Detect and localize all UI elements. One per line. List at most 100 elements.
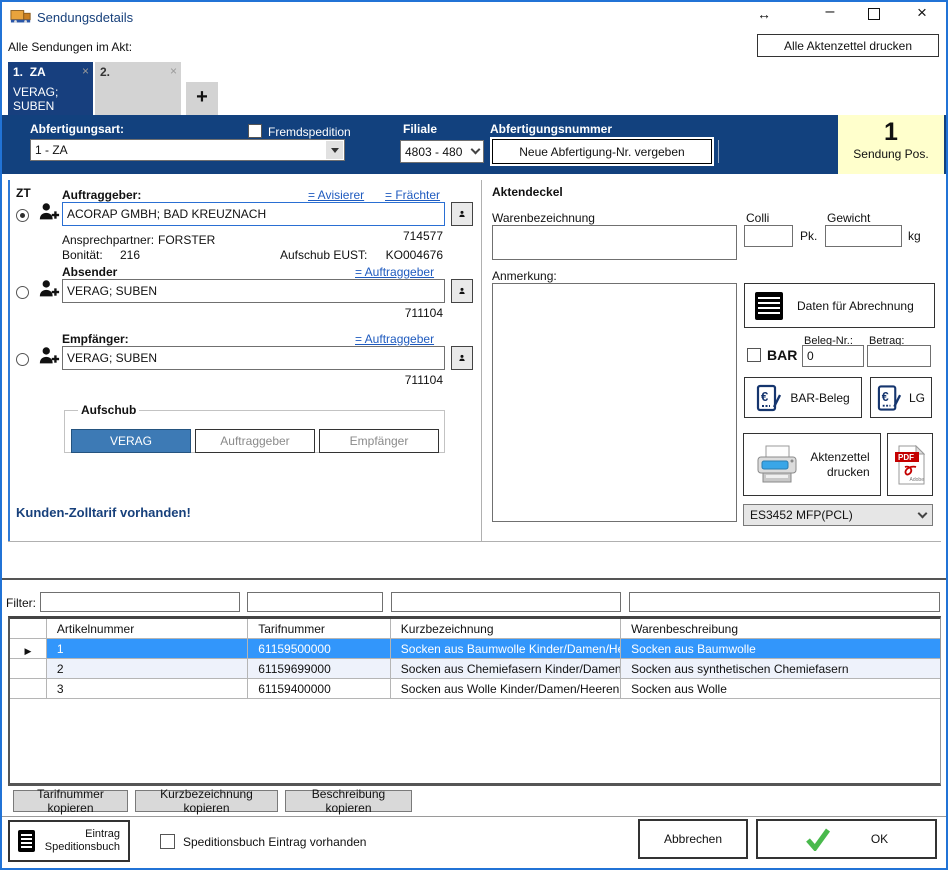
tab1-close-icon[interactable]: × bbox=[82, 64, 89, 78]
table-row[interactable]: 3 61159400000 Socken aus Wolle Kinder/Da… bbox=[10, 679, 940, 699]
bar-beleg-button[interactable]: € BAR-Beleg bbox=[744, 377, 862, 418]
aufschub-eust-value: KO004676 bbox=[343, 248, 443, 262]
empfaenger-input[interactable] bbox=[62, 346, 445, 370]
new-abfertigung-nr-button[interactable]: Neue Abfertigung-Nr. vergeben bbox=[492, 139, 712, 164]
speditionsbuch-checkbox[interactable] bbox=[160, 834, 175, 849]
cell-warenbeschreibung: Socken aus Baumwolle bbox=[621, 639, 940, 658]
person-icon bbox=[458, 207, 466, 221]
auftraggeber-label: Auftraggeber: bbox=[62, 188, 141, 202]
colli-input[interactable] bbox=[744, 225, 793, 247]
copy-tarifnummer-button[interactable]: Tarifnummer kopieren bbox=[13, 790, 128, 812]
table-row[interactable]: 2 61159699000 Socken aus Chemiefasern Ki… bbox=[10, 659, 940, 679]
absender-label: Absender bbox=[62, 265, 117, 279]
auftraggeber-input[interactable] bbox=[62, 202, 445, 226]
beleg-nr-input[interactable] bbox=[802, 345, 864, 367]
shipment-tab-1[interactable]: 1. ZA VERAG; SUBEN × bbox=[8, 62, 93, 115]
close-icon[interactable]: × bbox=[912, 3, 932, 23]
bar-checkbox[interactable] bbox=[747, 348, 761, 362]
warenbezeichnung-input[interactable] bbox=[492, 225, 737, 260]
empfaenger-radio[interactable] bbox=[16, 353, 29, 366]
svg-text:€: € bbox=[761, 389, 768, 404]
table-row[interactable]: ▶ 1 61159500000 Socken aus Baumwolle Kin… bbox=[10, 639, 940, 659]
minimize-icon[interactable]: – bbox=[820, 3, 840, 21]
col-header-kurzbezeichnung[interactable]: Kurzbezeichnung bbox=[391, 619, 621, 638]
printer-icon bbox=[754, 444, 800, 486]
print-all-aktenzettel-button[interactable]: Alle Aktenzettel drucken bbox=[757, 34, 939, 57]
auftraggeber-radio[interactable] bbox=[16, 209, 29, 222]
add-person-icon[interactable] bbox=[38, 201, 60, 226]
pdf-button[interactable]: PDF Adobe bbox=[887, 433, 933, 496]
articles-grid: Artikelnummer Tarifnummer Kurzbezeichnun… bbox=[8, 616, 941, 786]
maximize-icon[interactable] bbox=[868, 8, 880, 20]
auftraggeber-contact-button[interactable] bbox=[451, 202, 473, 226]
lg-label: LG bbox=[909, 391, 925, 405]
anmerkung-input[interactable] bbox=[492, 283, 737, 522]
eintrag-label-1: Eintrag bbox=[85, 828, 120, 840]
shipment-tab-2[interactable]: 2. × bbox=[95, 62, 181, 115]
filter-input[interactable] bbox=[247, 592, 383, 612]
daten-fuer-abrechnung-button[interactable]: Daten für Abrechnung bbox=[744, 283, 935, 328]
cell-kurzbezeichnung: Socken aus Wolle Kinder/Damen/Heeren bbox=[391, 679, 621, 698]
tab2-index: 2. bbox=[100, 65, 110, 79]
cell-kurzbezeichnung: Socken aus Baumwolle Kinder/Damen/Herren bbox=[391, 639, 621, 658]
all-shipments-label: Alle Sendungen im Akt: bbox=[8, 40, 132, 54]
aufschub-auftraggeber-button[interactable]: Auftraggeber bbox=[195, 429, 315, 453]
copy-kurzbezeichnung-button[interactable]: Kurzbezeichnung kopieren bbox=[135, 790, 278, 812]
filiale-combo[interactable]: 4803 - 480 bbox=[400, 140, 484, 163]
pdf-icon: PDF Adobe bbox=[895, 445, 925, 485]
cell-artikelnummer: 2 bbox=[47, 659, 248, 678]
tab1-line2: VERAG; bbox=[13, 85, 88, 99]
aufschub-verag-button[interactable]: VERAG bbox=[71, 429, 191, 453]
cell-tarifnummer: 61159400000 bbox=[248, 679, 391, 698]
abbrechen-button[interactable]: Abbrechen bbox=[638, 819, 748, 859]
tab2-close-icon[interactable]: × bbox=[170, 64, 177, 78]
copy-beschreibung-button[interactable]: Beschreibung kopieren bbox=[285, 790, 412, 812]
filiale-label: Filiale bbox=[403, 122, 437, 136]
anmerkung-label: Anmerkung: bbox=[492, 269, 557, 283]
adobe-label: Adobe bbox=[910, 477, 924, 483]
eintrag-speditionsbuch-button[interactable]: Eintrag Speditionsbuch bbox=[8, 820, 130, 862]
abfertigungsart-combo[interactable]: 1 - ZA bbox=[30, 139, 345, 161]
cell-warenbeschreibung: Socken aus synthetischen Chemiefasern bbox=[621, 659, 940, 678]
fraechter-link[interactable]: = Frächter bbox=[385, 188, 440, 202]
filter-input[interactable] bbox=[40, 592, 240, 612]
absender-radio[interactable] bbox=[16, 286, 29, 299]
empfaenger-auftraggeber-link[interactable]: = Auftraggeber bbox=[355, 332, 434, 346]
add-person-icon[interactable] bbox=[38, 278, 60, 303]
cell-kurzbezeichnung: Socken aus Chemiefasern Kinder/Damen/Hee… bbox=[391, 659, 621, 678]
add-person-icon[interactable] bbox=[38, 345, 60, 370]
absender-input[interactable] bbox=[62, 279, 445, 303]
chevron-down-icon bbox=[918, 508, 928, 518]
printer-select[interactable]: ES3452 MFP(PCL) bbox=[743, 504, 933, 526]
lg-button[interactable]: € LG bbox=[870, 377, 932, 418]
gewicht-input[interactable] bbox=[825, 225, 902, 247]
col-header-tarifnummer[interactable]: Tarifnummer bbox=[248, 619, 391, 638]
ok-button[interactable]: OK bbox=[756, 819, 937, 859]
aufschub-groupbox: Aufschub VERAG Auftraggeber Empfänger bbox=[64, 403, 445, 453]
row-marker bbox=[10, 679, 47, 698]
add-shipment-button[interactable]: + bbox=[186, 82, 218, 115]
aktenzettel-drucken-button[interactable]: Aktenzettel drucken bbox=[743, 433, 881, 496]
cell-artikelnummer: 1 bbox=[47, 639, 248, 658]
empfaenger-contact-button[interactable] bbox=[451, 346, 473, 370]
combo-arrow-icon[interactable] bbox=[326, 141, 343, 159]
bar-beleg-label: BAR-Beleg bbox=[790, 391, 849, 405]
col-header-artikelnummer[interactable]: Artikelnummer bbox=[47, 619, 248, 638]
absender-auftraggeber-link[interactable]: = Auftraggeber bbox=[355, 265, 434, 279]
cell-tarifnummer: 61159699000 bbox=[248, 659, 391, 678]
filter-input[interactable] bbox=[391, 592, 621, 612]
aktenzettel-label-1: Aktenzettel bbox=[810, 450, 869, 464]
cell-artikelnummer: 3 bbox=[47, 679, 248, 698]
filter-input[interactable] bbox=[629, 592, 940, 612]
avisierer-link[interactable]: = Avisierer bbox=[308, 188, 364, 202]
betrag-input[interactable] bbox=[867, 345, 931, 367]
resize-icon[interactable]: ↔ bbox=[754, 6, 774, 22]
cell-tarifnummer: 61159500000 bbox=[248, 639, 391, 658]
fremdspedition-checkbox[interactable] bbox=[248, 124, 262, 138]
grid-header-marker bbox=[10, 619, 47, 638]
band-divider bbox=[718, 140, 719, 163]
aufschub-empfaenger-button[interactable]: Empfänger bbox=[319, 429, 439, 453]
panel-divider bbox=[481, 180, 482, 541]
absender-contact-button[interactable] bbox=[451, 279, 473, 303]
col-header-warenbeschreibung[interactable]: Warenbeschreibung bbox=[621, 619, 940, 638]
